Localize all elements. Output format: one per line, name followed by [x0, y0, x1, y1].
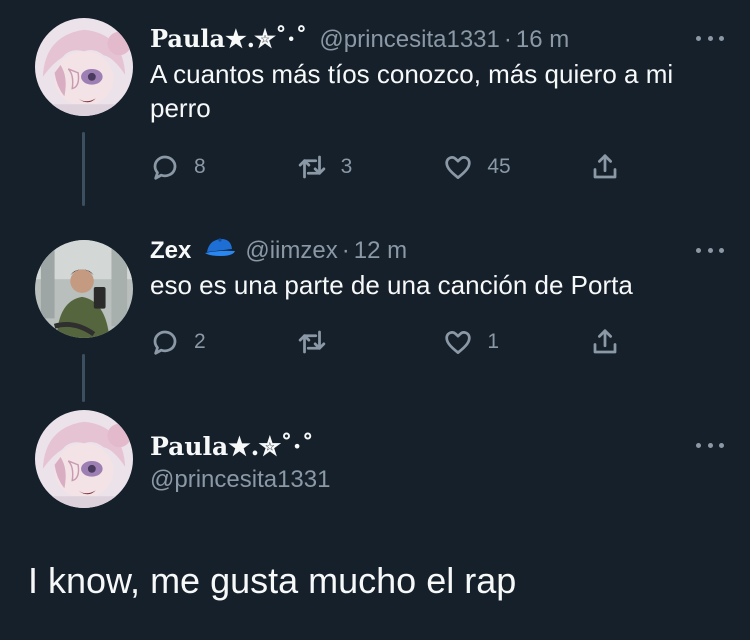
- share-icon: [593, 329, 617, 354]
- user-handle[interactable]: @princesita1331: [319, 25, 499, 55]
- like-count: 45: [487, 155, 511, 178]
- reply-button[interactable]: 2: [150, 327, 240, 357]
- retweet-button[interactable]: [297, 327, 387, 357]
- avatar[interactable]: [35, 410, 133, 508]
- more-options-icon[interactable]: [690, 437, 730, 453]
- heart-icon: [445, 331, 471, 354]
- reply-count: 2: [194, 330, 206, 353]
- like-button[interactable]: 1: [443, 327, 533, 357]
- timestamp[interactable]: 16 m: [516, 25, 569, 55]
- tweet-actions: 8 3 45: [150, 152, 620, 182]
- selfie-avatar-image: [35, 240, 133, 338]
- user-handle[interactable]: @princesita1331: [150, 466, 330, 494]
- tweet-thread: Paula★.✮˚·˚ @princesita1331 · 16 m A cua…: [0, 0, 750, 640]
- tweet[interactable]: Paula★.✮˚·˚ @princesita1331 · 16 m A cua…: [150, 24, 730, 125]
- retweet-icon: [298, 155, 325, 179]
- display-name[interactable]: Paula★.✮˚·˚: [150, 24, 307, 54]
- blue-cap-emoji-icon: [205, 238, 236, 256]
- tweet-text: A cuantos más tíos conozco, más quiero a…: [150, 59, 674, 123]
- separator: ·: [341, 237, 350, 264]
- tweet-text: eso es una parte de una canción de Porta: [150, 270, 633, 300]
- like-count: 1: [487, 330, 499, 353]
- avatar[interactable]: [35, 240, 133, 338]
- share-button[interactable]: [590, 327, 620, 357]
- retweet-button[interactable]: 3: [297, 152, 387, 182]
- more-options-icon[interactable]: [690, 30, 730, 46]
- display-name[interactable]: Zex: [150, 236, 191, 266]
- avatar[interactable]: [35, 18, 133, 116]
- separator: ·: [503, 26, 512, 53]
- reply-button[interactable]: 8: [150, 152, 240, 182]
- share-button[interactable]: [590, 152, 620, 182]
- thread-connector-line: [82, 132, 85, 206]
- reply-icon: [153, 330, 177, 355]
- display-name[interactable]: Paula★.✮˚·˚: [150, 432, 314, 461]
- tweet-header: Paula★.✮˚·˚ @princesita1331 · 16 m: [150, 24, 730, 55]
- share-icon: [593, 154, 617, 179]
- reply-icon: [153, 155, 177, 180]
- timestamp[interactable]: 12 m: [354, 236, 407, 266]
- tweet-header: Zex @iimzex · 12 m: [150, 236, 730, 266]
- anime-avatar-image: [35, 410, 133, 508]
- tweet-actions: 2 1: [150, 327, 620, 357]
- tweet[interactable]: Zex @iimzex · 12 m eso es una parte de u…: [150, 236, 730, 302]
- more-options-icon[interactable]: [690, 242, 730, 258]
- user-handle[interactable]: @iimzex: [245, 236, 337, 266]
- heart-icon: [445, 156, 471, 179]
- retweet-icon: [298, 330, 325, 354]
- thread-connector-line: [82, 354, 85, 402]
- like-button[interactable]: 45: [443, 152, 533, 182]
- focused-tweet-text: I know, me gusta mucho el rap: [28, 560, 517, 601]
- retweet-count: 3: [340, 155, 353, 178]
- anime-avatar-image: [35, 18, 133, 116]
- reply-count: 8: [194, 155, 206, 178]
